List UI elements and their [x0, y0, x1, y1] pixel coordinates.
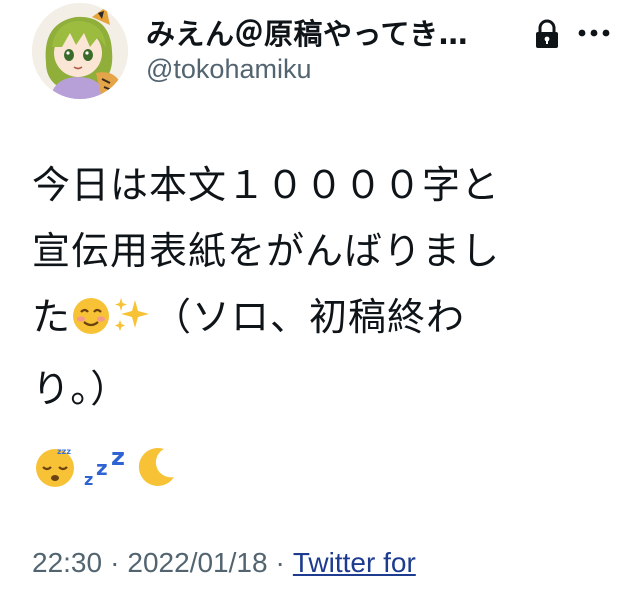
svg-text:z: z — [111, 443, 125, 471]
display-name[interactable]: みえん＠原稿やってき… — [146, 11, 468, 53]
separator-dot: · — [275, 547, 285, 578]
tweet-text: 今日は本文１００００字と 宣伝用表紙をがんばりまし た （ソロ、初稿終わ り。） — [32, 152, 612, 422]
more-options-icon — [578, 29, 610, 37]
display-name-row[interactable]: みえん＠原稿やってき… — [146, 10, 526, 54]
tweet-text-line: た （ソロ、初稿終わ — [32, 284, 612, 356]
zzz-emoji-icon: z z z — [82, 443, 130, 493]
tweet-meta: 22:30 · 2022/01/18 · Twitter for — [32, 547, 416, 579]
separator-dot: · — [110, 547, 120, 578]
sparkles-emoji-icon — [111, 290, 153, 356]
crescent-moon-emoji-icon — [134, 443, 180, 493]
lock-icon — [533, 19, 561, 49]
svg-text:z: z — [96, 456, 108, 480]
tweet-text-line: 今日は本文１００００字と — [32, 163, 501, 207]
smiling-face-emoji-icon — [71, 290, 111, 356]
sleeping-face-emoji-icon: zzz — [32, 443, 78, 493]
user-handle[interactable]: @tokohamiku — [146, 54, 311, 85]
svg-text:zzz: zzz — [57, 447, 71, 456]
tweet-text-line: 宣伝用表紙をがんばりまし — [32, 229, 501, 273]
tweet-header: みえん＠原稿やってき… @tokohamiku — [0, 0, 640, 110]
tweet-date[interactable]: 2022/01/18 — [127, 547, 267, 578]
tweet-source-link[interactable]: Twitter for — [293, 547, 416, 578]
tweet-text-segment: （ソロ、初稿終わ — [153, 295, 466, 339]
tweet-text-line: り。） — [32, 367, 130, 411]
more-options-button[interactable] — [574, 18, 614, 48]
svg-text:z: z — [84, 470, 93, 489]
tweet-time[interactable]: 22:30 — [32, 547, 102, 578]
tweet-text-segment: た — [32, 295, 72, 339]
emoji-line: zzz z z z — [32, 443, 180, 493]
anime-avatar-icon — [32, 3, 128, 99]
avatar[interactable] — [32, 3, 128, 99]
